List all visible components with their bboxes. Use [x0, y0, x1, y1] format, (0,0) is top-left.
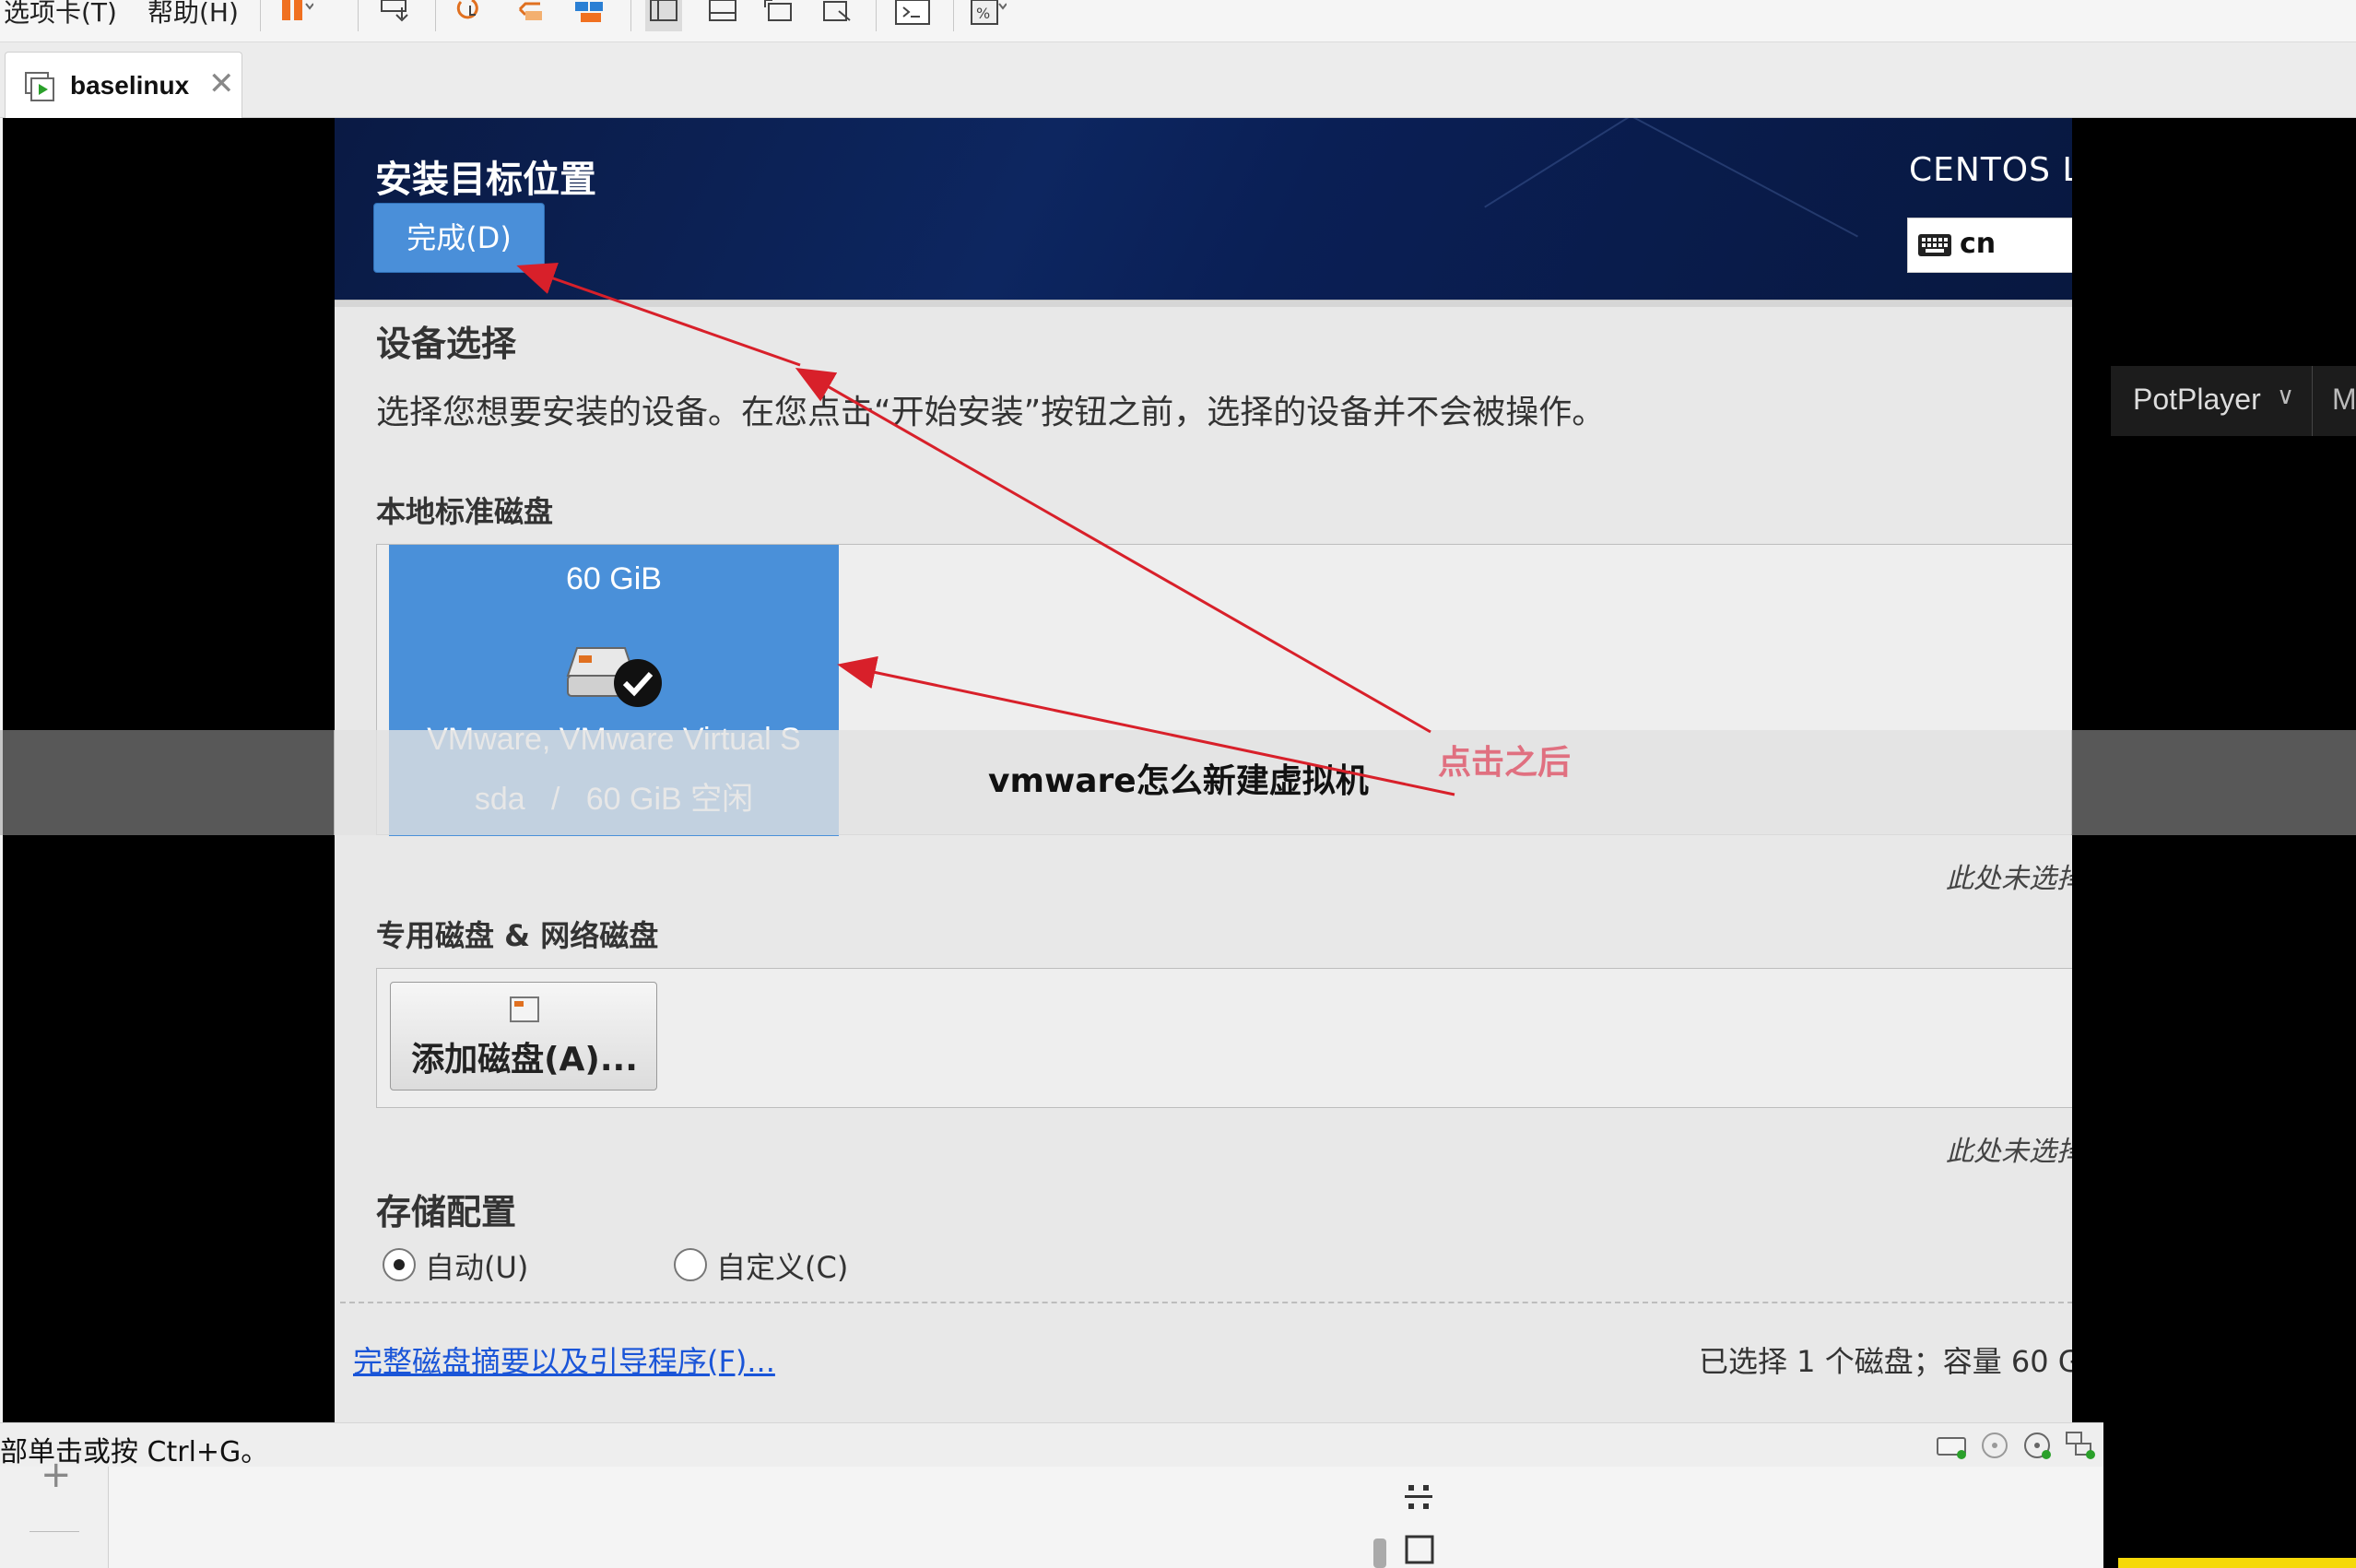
desktop-background — [2072, 118, 2356, 1568]
toolbar-separator — [953, 0, 954, 31]
local-disk-unselected-note: 此处未选择 — [1946, 863, 2072, 895]
toolbar-separator — [435, 0, 436, 31]
potplayer-label: PotPlayer — [2133, 383, 2261, 416]
fullscreen-icon[interactable] — [761, 0, 798, 31]
tab-label: baselinux — [70, 71, 190, 100]
disk-summary-link[interactable]: 完整磁盘摘要以及引导程序(F)... — [353, 1338, 775, 1381]
annotation-label: 点击之后 — [1438, 744, 1572, 782]
storage-config-heading: 存储配置 — [376, 1192, 517, 1232]
hard-disk-status-icon[interactable] — [1936, 1431, 1969, 1460]
chevron-down-icon[interactable]: ∨ — [2277, 383, 2294, 410]
radio-auto-option[interactable]: 自动(U) — [383, 1244, 567, 1285]
local-disks-heading: 本地标准磁盘 — [376, 494, 554, 529]
disk-size: 60 GiB — [566, 561, 662, 596]
toolbar-separator — [876, 0, 877, 31]
library-view-icon[interactable] — [645, 0, 682, 31]
potplayer-taskbar-button[interactable]: PotPlayer ∨ M — [2111, 366, 2356, 436]
toolbar-separator — [260, 0, 261, 31]
device-selection-heading: 设备选择 — [376, 324, 517, 364]
menu-help[interactable]: 帮助(H) — [147, 0, 239, 29]
disk-sda-tile[interactable]: 60 GiB VMware, VMware Virtual S sda / 60… — [389, 545, 839, 836]
vm-running-icon — [24, 71, 57, 102]
thumbnail-view-icon[interactable] — [704, 0, 741, 31]
product-label: CENTOS LI — [1909, 151, 2072, 189]
console-icon[interactable] — [894, 0, 931, 31]
background-window: + — [0, 1454, 2103, 1568]
done-button[interactable]: 完成(D) — [373, 203, 545, 273]
unity-view-icon[interactable] — [819, 0, 855, 31]
snapshot-manager-icon[interactable] — [571, 0, 608, 31]
installer-header: 安装目标位置 完成(D) CENTOS LI cn — [335, 118, 2072, 300]
article-watermark: vmware怎么新建虚拟机 — [988, 762, 1369, 800]
header-divider — [335, 300, 2072, 307]
radio-custom-option[interactable]: 自定义(C) — [674, 1244, 877, 1285]
background-sidebar: + — [0, 1454, 109, 1568]
radio-auto-label: 自动(U) — [425, 1250, 529, 1285]
network-status-icon[interactable] — [2063, 1431, 2096, 1460]
svg-text:%: % — [976, 5, 990, 22]
disk-icon — [509, 996, 540, 1023]
yellow-window-edge — [2118, 1558, 2356, 1568]
plus-icon[interactable]: + — [41, 1454, 72, 1496]
add-disk-button[interactable]: 添加磁盘(A)... — [390, 982, 657, 1091]
taskbar-separator — [2312, 366, 2313, 436]
footer-divider — [340, 1302, 2072, 1303]
keyboard-icon — [1917, 233, 1952, 257]
divider — [29, 1531, 79, 1532]
special-disks-heading: 专用磁盘 & 网络磁盘 — [376, 918, 659, 953]
taskbar-extra-item[interactable]: M — [2332, 383, 2356, 417]
scrollbar-thumb[interactable] — [1373, 1539, 1386, 1568]
cd-rom-status-icon[interactable] — [1978, 1431, 2011, 1460]
disk-info: sda / 60 GiB 空闲 — [474, 782, 754, 817]
radio-custom[interactable] — [674, 1248, 707, 1281]
square-icon[interactable] — [1401, 1531, 1438, 1568]
radio-custom-label: 自定义(C) — [716, 1250, 849, 1285]
vm-tab-strip: baselinux ✕ — [0, 42, 2356, 118]
stretch-view-icon[interactable]: % — [970, 0, 1007, 31]
status-bar: 部单击或按 Ctrl+G。 — [0, 1422, 2103, 1468]
selection-summary: 已选择 1 个磁盘；容量 60 GiB — [1699, 1344, 2072, 1379]
cd-rom-active-status-icon[interactable] — [2020, 1431, 2054, 1460]
menu-toolbar: 选项卡(T) 帮助(H) % — [0, 0, 2356, 42]
vm-tab-baselinux[interactable]: baselinux ✕ — [5, 52, 242, 118]
toolbar-separator — [358, 0, 359, 31]
special-disks-panel: 添加磁盘(A)... — [376, 968, 2072, 1108]
special-disk-unselected-note: 此处未选择 — [1946, 1136, 2072, 1168]
toolbar-separator — [630, 0, 631, 31]
send-keys-icon[interactable] — [378, 0, 415, 31]
pause-icon[interactable] — [277, 0, 314, 31]
page-title: 安装目标位置 — [375, 159, 596, 201]
add-disk-label: 添加磁盘(A)... — [411, 1041, 638, 1079]
disk-model: VMware, VMware Virtual S — [427, 722, 801, 757]
device-selection-description: 选择您想要安装的设备。在您点击“开始安装”按钮之前，选择的设备并不会被操作。 — [376, 394, 1606, 431]
drag-handle-icon[interactable] — [1401, 1480, 1438, 1516]
radio-auto[interactable] — [383, 1248, 416, 1281]
hard-disk-selected-icon — [566, 637, 667, 711]
keyboard-layout-indicator[interactable]: cn — [1907, 218, 2072, 273]
radio-selected-dot — [394, 1259, 405, 1270]
menu-tabs[interactable]: 选项卡(T) — [4, 0, 117, 29]
revert-snapshot-icon[interactable] — [512, 0, 549, 31]
keyboard-layout-value: cn — [1960, 228, 1997, 260]
close-icon[interactable]: ✕ — [208, 65, 235, 102]
snapshot-icon[interactable] — [454, 0, 490, 31]
